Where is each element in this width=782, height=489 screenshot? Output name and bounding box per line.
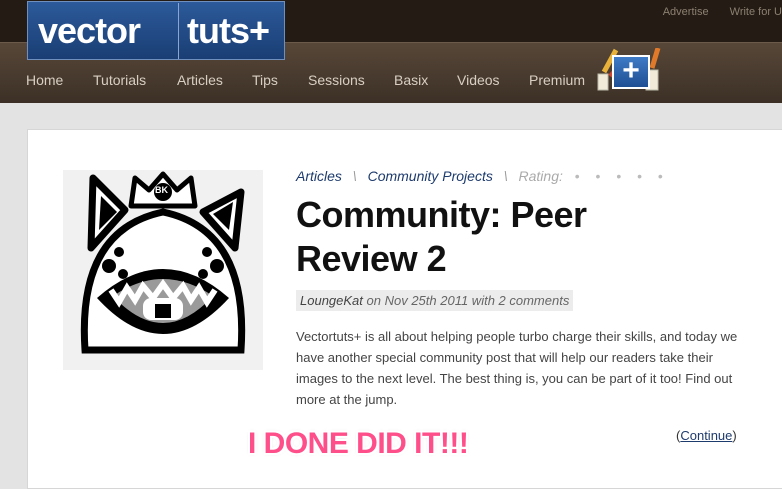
post-meta: LoungeKat on Nov 25th 2011 with 2 commen… xyxy=(296,290,574,311)
breadcrumb-separator: \ xyxy=(352,168,357,184)
monster-thumbnail[interactable] xyxy=(63,170,263,370)
rating-stars[interactable]: • • • • • xyxy=(575,168,669,184)
write-for-us-link[interactable]: Write for U xyxy=(730,6,782,18)
nav-sessions[interactable]: Sessions xyxy=(308,72,365,88)
logo-vector-text: vector xyxy=(38,9,141,51)
premium-plus-icon[interactable]: + xyxy=(612,55,650,89)
nav-premium[interactable]: Premium xyxy=(529,72,585,88)
nav-home[interactable]: Home xyxy=(26,72,63,88)
breadcrumb-community-projects[interactable]: Community Projects xyxy=(368,168,493,184)
continue-wrapper: (Continue) xyxy=(676,428,737,443)
breadcrumb-articles[interactable]: Articles xyxy=(296,168,342,184)
rating-label: Rating: xyxy=(518,168,563,184)
site-logo[interactable]: vector tuts+ xyxy=(27,1,285,60)
post-title[interactable]: Community: Peer Review 2 xyxy=(296,193,696,281)
post-date-comments: on Nov 25th 2011 with 2 comments xyxy=(362,293,570,308)
post-excerpt: Vectortuts+ is all about helping people … xyxy=(296,329,738,407)
top-links: Advertise Write for U xyxy=(645,6,782,18)
nav-videos[interactable]: Videos xyxy=(457,72,500,88)
logo-tuts-text: tuts+ xyxy=(187,9,270,51)
advertise-link[interactable]: Advertise xyxy=(663,6,709,18)
continue-link[interactable]: Continue xyxy=(680,428,732,443)
nav-tips[interactable]: Tips xyxy=(252,72,278,88)
breadcrumb: Articles \ Community Projects \ Rating: … xyxy=(296,168,669,184)
breadcrumb-separator: \ xyxy=(503,168,508,184)
nav-tutorials[interactable]: Tutorials xyxy=(93,72,146,88)
thumbnail-badge: BK xyxy=(155,185,168,195)
nav-basix[interactable]: Basix xyxy=(394,72,428,88)
nav-articles[interactable]: Articles xyxy=(177,72,223,88)
overlay-caption: I DONE DID IT!!! xyxy=(248,427,469,460)
post-author[interactable]: LoungeKat xyxy=(300,293,363,308)
